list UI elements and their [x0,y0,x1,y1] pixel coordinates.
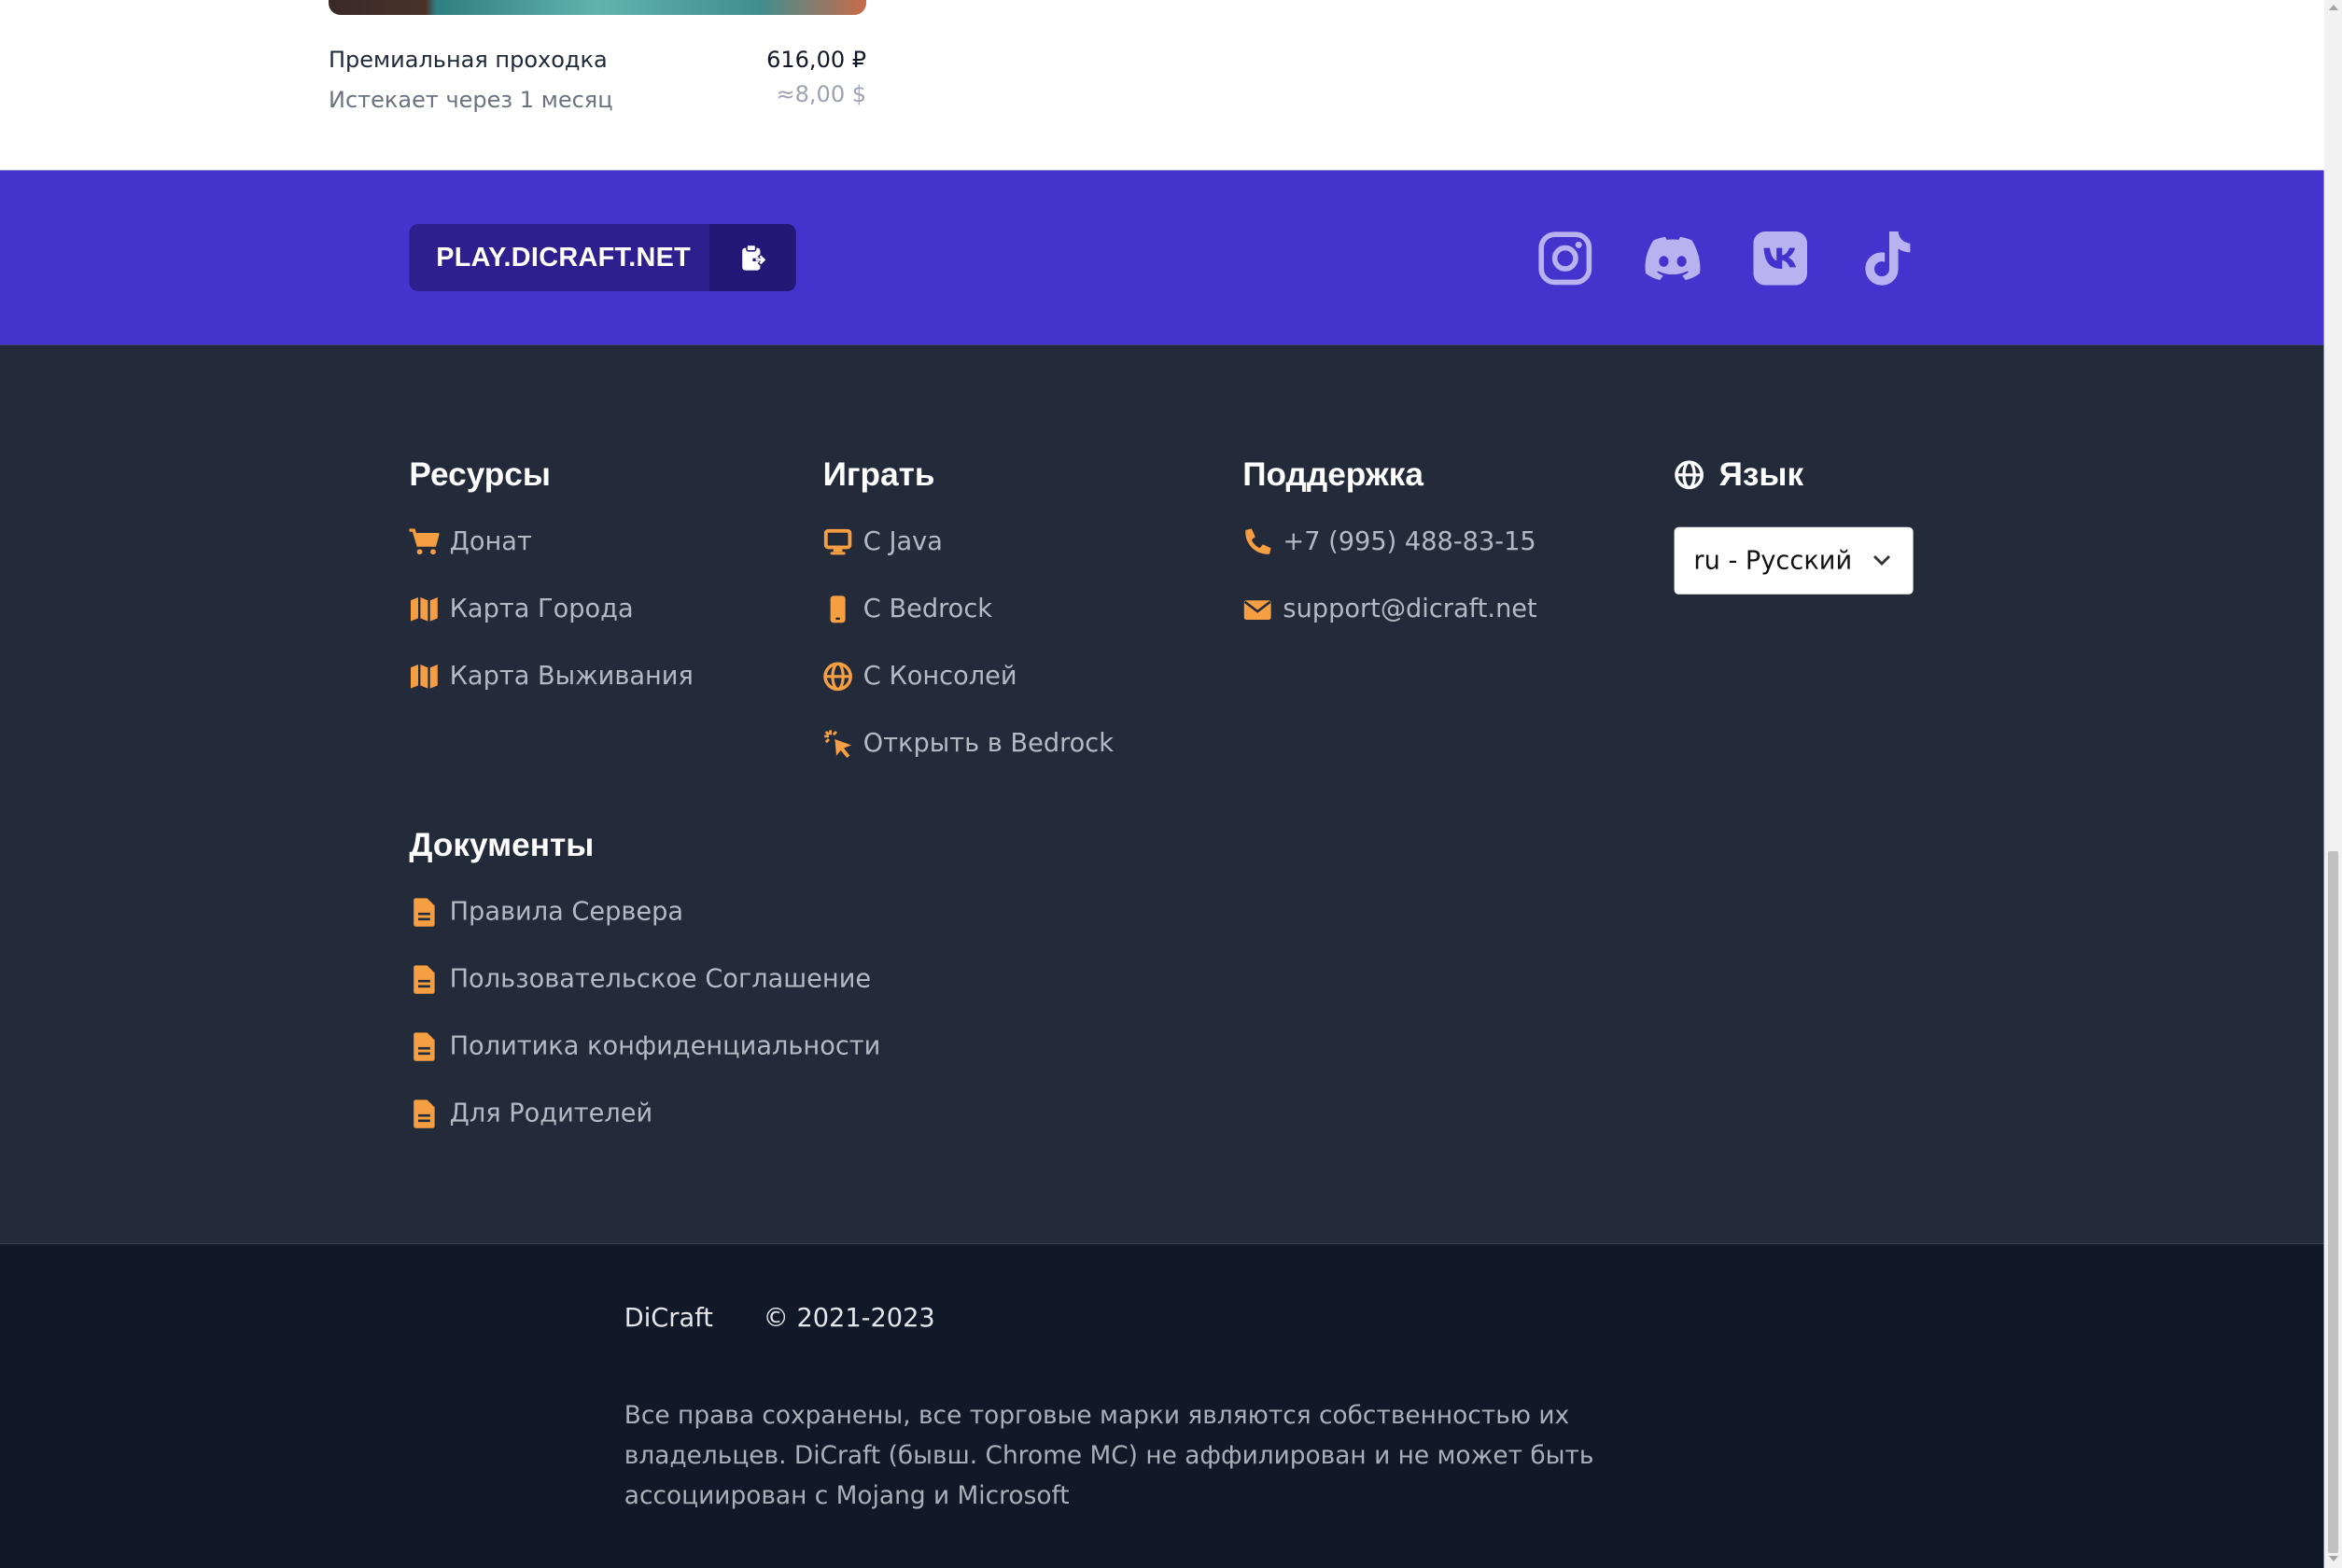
product-price: 616,00 ₽ [766,46,866,74]
document-icon [409,1099,439,1129]
discord-icon[interactable] [1645,230,1702,287]
globe-icon [1675,460,1704,490]
support-title: Поддержка [1242,455,1423,493]
link-label[interactable]: Правила Сервера [450,898,684,928]
page: Премиальная проходка 616,00 ₽ Истекает ч… [0,0,2324,1568]
product-price-usd: ≈8,00 $ [776,80,866,108]
link-email[interactable]: support@dicraft.net [1242,595,1537,624]
desktop-icon [823,527,853,557]
language-title-text: Язык [1718,455,1804,493]
scroll-up-icon[interactable] [2329,5,2338,10]
footer-bottom: DiCraft © 2021-2023 Все права сохранены,… [0,1243,2324,1568]
phone-icon [1242,527,1272,557]
documents-title: Документы [409,825,595,863]
link-label[interactable]: С Консолей [863,662,1017,692]
link-label[interactable]: support@dicraft.net [1283,595,1536,624]
link-donate[interactable]: Донат [409,527,532,557]
chevron-down-icon[interactable] [1872,548,1892,578]
link-consoles[interactable]: С Консолей [823,662,1017,692]
link-label[interactable]: С Java [863,527,943,557]
link-label[interactable]: Карта Выживания [450,662,694,692]
link-label[interactable]: Пользовательское Соглашение [450,965,872,995]
server-ip-text[interactable]: PLAY.DICRAFT.NET [409,242,709,273]
instagram-icon[interactable] [1536,230,1593,287]
scrollbar-thumb[interactable] [2328,851,2338,1553]
link-java[interactable]: С Java [823,527,943,557]
map-icon [409,595,439,624]
scroll-down-icon[interactable] [2329,1556,2338,1561]
language-title: Язык [1675,455,1803,495]
link-city-map[interactable]: Карта Города [409,595,634,624]
language-select[interactable]: ru - Русский [1674,526,1914,595]
link-survival-map[interactable]: Карта Выживания [409,662,694,692]
link-label[interactable]: Карта Города [450,595,634,624]
document-icon [409,1032,439,1062]
link-privacy-policy[interactable]: Политика конфиденциальности [409,1032,880,1062]
document-icon [409,965,439,995]
link-open-bedrock[interactable]: Открыть в Bedrock [823,729,1114,759]
link-label[interactable]: Открыть в Bedrock [863,729,1114,759]
product-image[interactable] [329,0,866,15]
link-label[interactable]: С Bedrock [863,595,992,624]
legal-text: Все права сохранены, все торговые марки … [624,1400,1594,1510]
product-name[interactable]: Премиальная проходка [329,47,608,74]
link-label[interactable]: +7 (995) 488-83-15 [1283,527,1536,557]
tiktok-icon[interactable] [1859,230,1916,287]
product-expiry: Истекает через 1 месяц [329,86,613,114]
server-band: PLAY.DICRAFT.NET [0,170,2324,345]
footer-main: Ресурсы Донат Карта Города Карта Выживан… [0,344,2324,1244]
link-label[interactable]: Для Родителей [450,1099,653,1129]
link-bedrock[interactable]: С Bedrock [823,595,992,624]
language-selected[interactable]: ru - Русский [1693,546,1852,576]
map-icon [409,662,439,692]
product-card: Премиальная проходка 616,00 ₽ Истекает ч… [0,0,2324,171]
globe-icon [823,662,853,692]
link-label[interactable]: Донат [450,527,532,557]
envelope-icon [1242,595,1272,624]
server-ip-box[interactable]: PLAY.DICRAFT.NET [409,224,796,291]
document-icon [409,898,439,928]
link-server-rules[interactable]: Правила Сервера [409,898,683,928]
page-scrollbar[interactable] [2324,0,2342,1568]
cart-icon [409,527,440,557]
clipboard-copy-icon[interactable] [709,224,796,291]
brand-name: DiCraft [624,1303,713,1334]
link-phone[interactable]: +7 (995) 488-83-15 [1242,527,1536,557]
copyright: © 2021-2023 [763,1303,935,1334]
mobile-icon [823,595,853,624]
pointer-click-icon [823,729,853,759]
link-label[interactable]: Политика конфиденциальности [450,1032,881,1062]
play-title: Играть [822,455,935,493]
vk-icon[interactable] [1752,230,1809,287]
link-for-parents[interactable]: Для Родителей [409,1099,652,1129]
resources-title: Ресурсы [409,455,551,493]
link-user-agreement[interactable]: Пользовательское Соглашение [409,965,871,995]
